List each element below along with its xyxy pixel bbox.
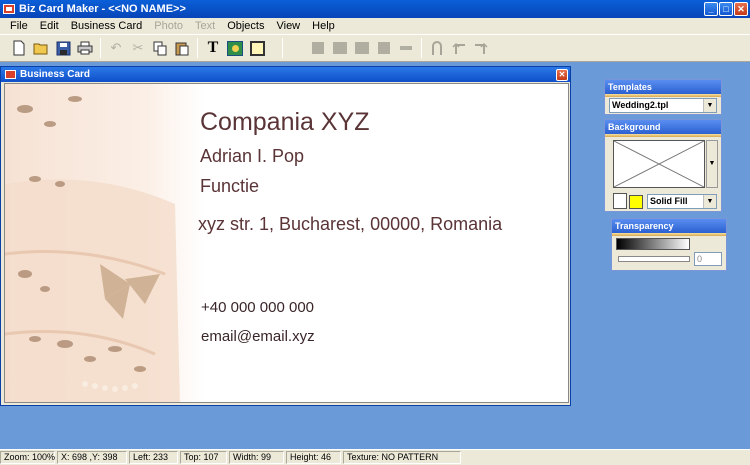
menu-help[interactable]: Help — [306, 20, 341, 32]
background-color2-swatch[interactable] — [629, 195, 643, 209]
window-controls: _ □ ✕ — [704, 2, 748, 16]
fill-type-value: Solid Fill — [650, 196, 688, 206]
toolbar-separator — [100, 38, 101, 58]
align-right-icon[interactable] — [352, 38, 372, 58]
save-icon[interactable] — [53, 38, 73, 58]
card-name-text[interactable]: Adrian I. Pop — [200, 146, 304, 167]
toolbar: ↶ ✂ T — [0, 34, 750, 62]
text-tool-icon[interactable]: T — [203, 38, 223, 58]
business-card-canvas[interactable]: Compania XYZ Adrian I. Pop Functie xyz s… — [4, 83, 569, 403]
arc-up-icon[interactable] — [427, 38, 447, 58]
rotate-left-icon[interactable] — [449, 38, 469, 58]
transparency-gradient — [616, 238, 690, 250]
menu-view[interactable]: View — [270, 20, 306, 32]
status-cursor-position: X: 698 ,Y: 398 — [57, 451, 127, 464]
transparency-panel: Transparency 0 — [611, 218, 727, 271]
background-panel: Background ▼ Solid Fill ▼ — [604, 119, 722, 212]
fill-type-select[interactable]: Solid Fill ▼ — [647, 194, 717, 209]
chevron-down-icon[interactable]: ▼ — [703, 195, 716, 208]
frame-tool-icon[interactable] — [247, 38, 267, 58]
card-function-text[interactable]: Functie — [200, 176, 259, 197]
template-select[interactable]: Wedding2.tpl ▼ — [609, 98, 717, 113]
wedding-background-image — [5, 84, 205, 402]
status-left: Left: 233 — [129, 451, 178, 464]
background-preview[interactable] — [613, 140, 705, 188]
child-close-button[interactable]: ✕ — [556, 68, 568, 81]
menu-bar: File Edit Business Card Photo Text Objec… — [0, 18, 750, 34]
template-select-value: Wedding2.tpl — [612, 100, 669, 110]
transparency-slider[interactable] — [618, 256, 690, 262]
menu-objects[interactable]: Objects — [221, 20, 270, 32]
status-top: Top: 107 — [180, 451, 227, 464]
window-title: Biz Card Maker - <<NO NAME>> — [19, 3, 186, 15]
card-phone-text[interactable]: +40 000 000 000 — [201, 299, 314, 316]
status-zoom: Zoom: 100% — [0, 451, 55, 464]
no-image-placeholder-icon — [613, 140, 705, 188]
panel-accent-bar — [605, 134, 721, 137]
menu-photo[interactable]: Photo — [148, 20, 189, 32]
title-bar: Biz Card Maker - <<NO NAME>> _ □ ✕ — [0, 0, 750, 18]
card-email-text[interactable]: email@email.xyz — [201, 328, 315, 345]
status-width: Width: 99 — [229, 451, 284, 464]
cut-icon[interactable]: ✂ — [128, 38, 148, 58]
card-address-text[interactable]: xyz str. 1, Bucharest, 00000, Romania — [198, 214, 502, 235]
panel-accent-bar — [612, 233, 726, 236]
transparency-value-field[interactable]: 0 — [694, 252, 722, 266]
print-icon[interactable] — [75, 38, 95, 58]
toolbar-separator — [282, 38, 283, 58]
child-title-bar: Business Card ✕ — [1, 67, 570, 82]
status-bar: Zoom: 100% X: 698 ,Y: 398 Left: 233 Top:… — [0, 449, 750, 465]
app-icon[interactable] — [3, 4, 15, 14]
chevron-down-icon[interactable]: ▼ — [703, 99, 716, 112]
rotate-right-icon[interactable] — [471, 38, 491, 58]
maximize-button[interactable]: □ — [719, 2, 733, 16]
card-company-text[interactable]: Compania XYZ — [200, 108, 370, 137]
document-icon — [5, 70, 16, 79]
align-justify-icon[interactable] — [374, 38, 394, 58]
menu-text[interactable]: Text — [189, 20, 221, 32]
templates-panel-header: Templates — [605, 80, 721, 94]
open-folder-icon[interactable] — [31, 38, 51, 58]
toolbar-separator — [421, 38, 422, 58]
panel-accent-bar — [605, 94, 721, 97]
status-height: Height: 46 — [286, 451, 341, 464]
undo-icon[interactable]: ↶ — [106, 38, 126, 58]
background-preview-dropdown[interactable]: ▼ — [706, 140, 718, 188]
new-file-icon[interactable] — [9, 38, 29, 58]
distribute-icon[interactable] — [396, 38, 416, 58]
menu-business-card[interactable]: Business Card — [65, 20, 149, 32]
paste-icon[interactable] — [172, 38, 192, 58]
background-panel-header: Background — [605, 120, 721, 134]
picture-tool-icon[interactable] — [225, 38, 245, 58]
minimize-button[interactable]: _ — [704, 2, 718, 16]
menu-edit[interactable]: Edit — [34, 20, 65, 32]
align-left-icon[interactable] — [308, 38, 328, 58]
align-center-icon[interactable] — [330, 38, 350, 58]
transparency-panel-header: Transparency — [612, 219, 726, 233]
toolbar-separator — [197, 38, 198, 58]
close-button[interactable]: ✕ — [734, 2, 748, 16]
business-card-window: Business Card ✕ Compania XYZ Adrian I. P… — [0, 66, 571, 406]
menu-file[interactable]: File — [4, 20, 34, 32]
child-window-title: Business Card — [20, 69, 91, 80]
copy-icon[interactable] — [150, 38, 170, 58]
background-color1-swatch[interactable] — [613, 193, 627, 209]
status-texture: Texture: NO PATTERN — [343, 451, 461, 464]
templates-panel: Templates Wedding2.tpl ▼ — [604, 79, 722, 115]
